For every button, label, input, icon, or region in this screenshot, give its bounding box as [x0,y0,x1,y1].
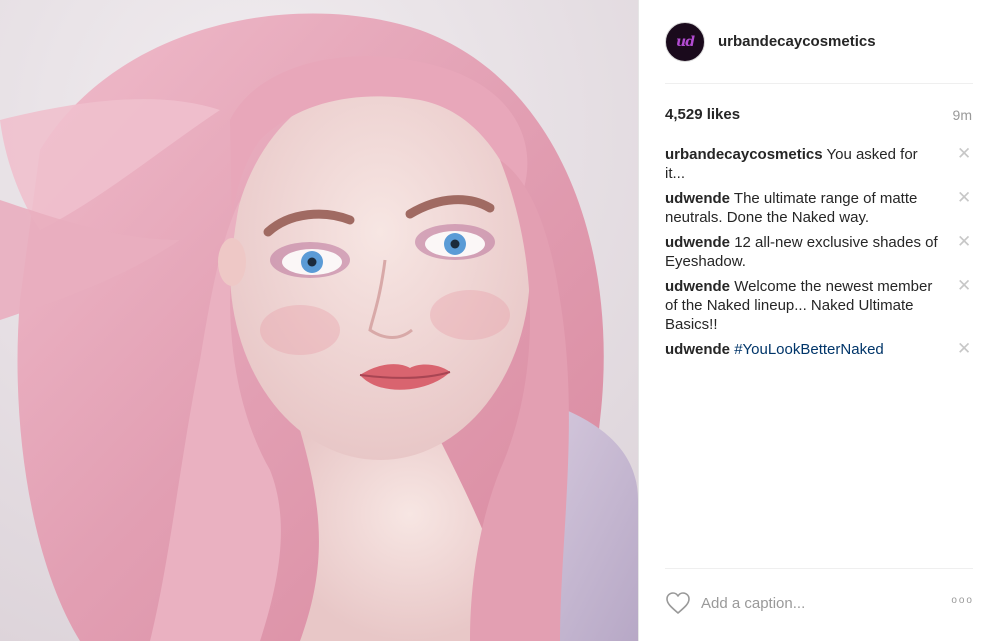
delete-comment-icon[interactable]: ✕ [957,145,971,162]
comment-list: urbandecaycosmetics You asked for it... … [665,145,975,365]
post-username[interactable]: urbandecaycosmetics [718,33,876,50]
delete-comment-icon[interactable]: ✕ [957,189,971,206]
comment-item: udwende #YouLookBetterNaked ✕ [665,340,975,359]
post-time: 9m [952,107,972,123]
comment-username[interactable]: udwende [665,190,730,207]
more-options-icon[interactable]: ooo [951,595,974,606]
likes-count[interactable]: 4,529 likes [665,106,740,123]
avatar-logo-text: ud [676,34,695,50]
delete-comment-icon[interactable]: ✕ [957,340,971,357]
comment-item: udwende The ultimate range of matte neut… [665,189,975,227]
comment-username[interactable]: udwende [665,278,730,295]
header-divider [665,83,973,84]
post-sidebar: ud urbandecaycosmetics 4,529 likes 9m ur… [639,0,1000,641]
comment-item: udwende 12 all-new exclusive shades of E… [665,233,975,271]
post-photo [0,0,638,641]
post-header: ud urbandecaycosmetics [639,0,1000,83]
caption-input[interactable] [701,595,931,612]
delete-comment-icon[interactable]: ✕ [957,233,971,250]
comment-username[interactable]: urbandecaycosmetics [665,146,823,163]
comment-username[interactable]: udwende [665,341,730,358]
post-footer: ooo [639,569,1000,641]
comment-item: udwende Welcome the newest member of the… [665,277,975,334]
hashtag-link[interactable]: #YouLookBetterNaked [734,341,884,358]
photo-image [0,0,638,641]
heart-icon[interactable] [665,591,691,615]
avatar[interactable]: ud [665,22,705,62]
comment-username[interactable]: udwende [665,234,730,251]
comment-item: urbandecaycosmetics You asked for it... … [665,145,975,183]
delete-comment-icon[interactable]: ✕ [957,277,971,294]
